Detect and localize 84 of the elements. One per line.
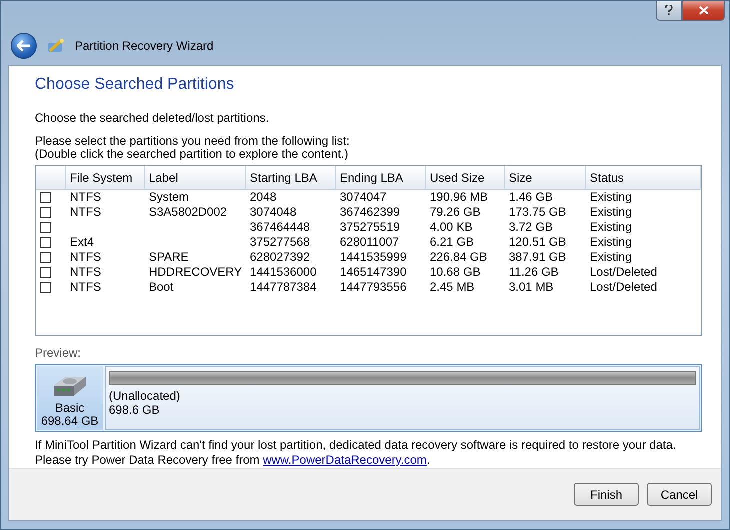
table-cell-text: 2048 <box>249 190 278 205</box>
row-checkbox[interactable] <box>40 252 51 263</box>
window-title: Partition Recovery Wizard <box>75 39 214 53</box>
disk-size: 698.64 GB <box>41 415 99 428</box>
table-cell-text: Boot <box>148 280 175 295</box>
table-cell-text: System <box>148 190 190 205</box>
row-checkbox[interactable] <box>40 282 51 293</box>
table-cell-text: Existing <box>589 205 634 220</box>
table-cell-text: HDDRECOVERY <box>148 265 244 280</box>
table-cell-text: NTFS <box>69 265 102 280</box>
close-icon <box>698 6 708 15</box>
table-cell-text: 1447793556 <box>339 280 408 295</box>
website-link[interactable]: www.PowerDataRecovery.com <box>263 453 427 467</box>
table-cell-text: Existing <box>589 235 634 250</box>
page-heading: Choose Searched Partitions <box>35 76 236 94</box>
table-cell-text: 1465147390 <box>339 265 408 280</box>
help-button[interactable] <box>656 1 682 21</box>
table-cell-text: NTFS <box>69 205 102 220</box>
table-cell-text: 6.21 GB <box>429 235 476 250</box>
table-cell-text: 2.45 MB <box>429 280 476 295</box>
disk-type: Basic <box>55 402 85 415</box>
table-cell-text: 1441535999 <box>339 250 408 265</box>
table-cell-text: Lost/Deleted <box>589 265 658 280</box>
column-header[interactable]: Ending LBA <box>336 166 426 190</box>
table-cell-text: 1447787384 <box>249 280 318 295</box>
row-checkbox[interactable] <box>40 267 51 278</box>
table-cell-text: 375277568 <box>249 235 312 250</box>
back-button[interactable] <box>11 33 37 59</box>
finish-button[interactable]: Finish <box>574 483 639 506</box>
table-cell-text: 11.26 GB <box>508 265 560 280</box>
table-cell-text: 190.96 MB <box>429 190 490 205</box>
table-cell-text: Existing <box>589 190 634 205</box>
table-cell-text: 628011007 <box>339 235 400 250</box>
row-checkbox[interactable] <box>40 207 51 218</box>
instruction-text: (Double click the searched partition to explore the content.) <box>35 148 350 161</box>
instruction-text: Please select the partitions you need from the following list: <box>35 135 351 148</box>
table-cell-text: 1441536000 <box>249 265 318 280</box>
row-checkbox[interactable] <box>40 192 51 203</box>
table-cell-text: 10.68 GB <box>429 265 482 280</box>
table-cell-text: 628027392 <box>249 250 312 265</box>
cancel-button[interactable]: Cancel <box>647 483 712 506</box>
table-cell-text: 3074047 <box>339 190 388 205</box>
column-header[interactable]: Label <box>145 166 246 190</box>
table-cell-text: 173.75 GB <box>508 205 568 220</box>
close-button[interactable] <box>682 1 725 21</box>
table-cell-text: 4.00 KB <box>429 220 474 235</box>
partition-size: 698.6 GB <box>109 403 161 417</box>
table-cell-text: 367464448 <box>249 220 312 235</box>
column-header[interactable]: Size <box>505 166 586 190</box>
table-cell-text: 1.46 GB <box>508 190 554 205</box>
table-cell-text: 120.51 GB <box>508 235 568 250</box>
wand-icon <box>47 38 65 54</box>
table-cell-text: S3A5802D002 <box>148 205 228 220</box>
table-cell-text: 3074048 <box>249 205 298 220</box>
recovery-note: If MiniTool Partition Wizard can't find your lost partition, dedicated data recovery software is required to restore your data. Please try Power Data Recovery free from www.PowerDataRecovery.com. <box>35 438 678 468</box>
intro-text: Choose the searched deleted/lost partitions. <box>35 112 270 125</box>
table-cell-text: NTFS <box>69 190 102 205</box>
table-cell-text: Existing <box>589 220 634 235</box>
column-header[interactable]: Used Size <box>426 166 505 190</box>
table-cell-text: Lost/Deleted <box>589 280 658 295</box>
help-icon <box>665 5 673 16</box>
table-cell-text: NTFS <box>69 250 102 265</box>
table-cell-text: NTFS <box>69 280 102 295</box>
column-header[interactable]: File System <box>66 166 145 190</box>
partition-tile[interactable]: (Unallocated) 698.6 GB <box>105 366 700 430</box>
table-cell-text: 375275519 <box>339 220 402 235</box>
disk-tile[interactable]: Basic 698.64 GB <box>37 366 103 430</box>
table-cell-text: 3.01 MB <box>508 280 555 295</box>
table-cell-text: 387.91 GB <box>508 250 568 265</box>
preview-label: Preview: <box>35 346 82 360</box>
table-cell-text: 226.84 GB <box>429 250 488 265</box>
partition-name: (Unallocated) <box>109 389 182 403</box>
table-cell-text: Existing <box>589 250 634 265</box>
table-cell-text: SPARE <box>148 250 190 265</box>
table-cell-text: Ext4 <box>69 235 96 250</box>
row-checkbox[interactable] <box>40 222 51 233</box>
back-arrow-icon <box>17 40 31 52</box>
table-cell-text: 79.26 GB <box>429 205 482 220</box>
header-cell <box>36 166 66 190</box>
table-cell-text: 3.72 GB <box>508 220 554 235</box>
row-checkbox[interactable] <box>40 237 51 248</box>
column-header[interactable]: Status <box>586 166 701 190</box>
table-cell-text: 367462399 <box>339 205 402 220</box>
column-header[interactable]: Starting LBA <box>246 166 336 190</box>
